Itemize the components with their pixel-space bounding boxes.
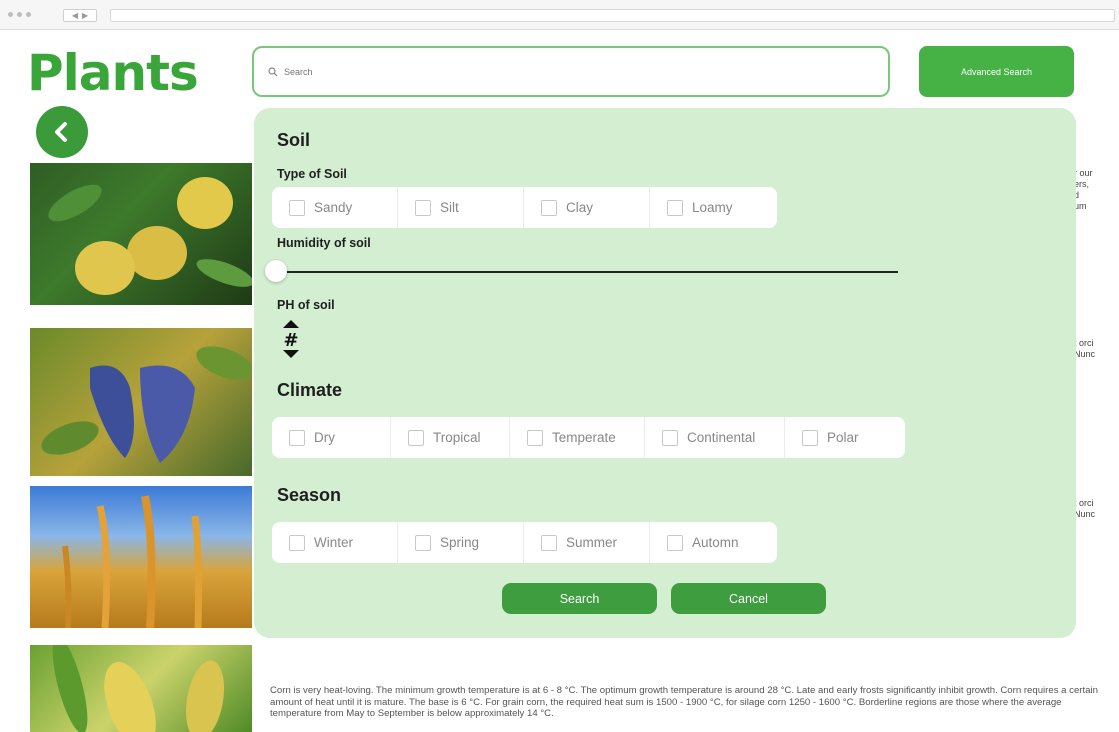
search-button[interactable]: Search <box>502 583 657 614</box>
search-icon <box>268 66 278 76</box>
checkbox[interactable] <box>408 429 424 446</box>
checkbox[interactable] <box>527 429 543 446</box>
checkbox[interactable] <box>289 199 305 216</box>
forward-arrow-icon[interactable]: ▶ <box>82 11 88 20</box>
checkbox[interactable] <box>802 429 818 446</box>
grapes-illustration <box>41 346 252 463</box>
season-option-summer[interactable]: Summer <box>524 522 650 563</box>
wheat-illustration <box>62 495 203 628</box>
close-dot-icon[interactable] <box>8 12 13 17</box>
wheat-image[interactable] <box>30 486 252 628</box>
back-button[interactable] <box>36 106 88 158</box>
checkbox[interactable] <box>541 199 557 216</box>
chevron-left-icon <box>55 122 67 142</box>
advanced-search-button[interactable]: Advanced Search <box>919 46 1074 97</box>
page-title: Plants <box>27 44 199 102</box>
checkbox[interactable] <box>667 199 683 216</box>
climate-option-dry[interactable]: Dry <box>272 417 391 458</box>
soil-option-silt[interactable]: Silt <box>398 187 524 228</box>
minimize-dot-icon[interactable] <box>17 12 22 17</box>
cancel-button[interactable]: Cancel <box>671 583 826 614</box>
season-section-title: Season <box>277 485 342 505</box>
humidity-slider-handle[interactable] <box>265 260 287 282</box>
soil-section-title: Soil <box>277 130 311 150</box>
advanced-search-panel: Soil Type of Soil Sandy Silt Clay Loamy … <box>254 108 1076 638</box>
corn-illustration <box>52 645 225 732</box>
list-item-snippet: t orci Nunc <box>1074 498 1096 519</box>
lemon-tree-image[interactable] <box>30 163 252 305</box>
checkbox[interactable] <box>415 199 431 216</box>
checkbox[interactable] <box>289 429 305 446</box>
season-option-automn[interactable]: Automn <box>650 522 777 563</box>
ph-stepper[interactable]: # <box>280 320 302 358</box>
corn-description: Corn is very heat-loving. The minimum gr… <box>270 685 1098 719</box>
humidity-slider-track[interactable] <box>280 271 898 273</box>
corn-image[interactable] <box>30 645 252 732</box>
humidity-label: Humidity of soil <box>277 236 371 250</box>
list-item-snippet: t orci Nunc <box>1074 338 1096 359</box>
history-nav[interactable]: ◀ ▶ <box>63 9 97 22</box>
climate-option-tropical[interactable]: Tropical <box>391 417 510 458</box>
window-controls[interactable] <box>8 12 31 17</box>
soil-type-group: Sandy Silt Clay Loamy <box>272 187 777 228</box>
season-option-spring[interactable]: Spring <box>398 522 524 563</box>
soil-option-sandy[interactable]: Sandy <box>272 187 398 228</box>
ph-stepper-icon: # <box>283 320 299 358</box>
checkbox[interactable] <box>415 534 431 551</box>
address-bar[interactable] <box>110 9 1115 22</box>
climate-option-polar[interactable]: Polar <box>785 417 905 458</box>
lemon-illustration <box>48 177 252 295</box>
checkbox[interactable] <box>289 534 305 551</box>
back-arrow-icon[interactable]: ◀ <box>72 11 78 20</box>
ph-value: # <box>283 330 298 351</box>
climate-option-temperate[interactable]: Temperate <box>510 417 645 458</box>
checkbox[interactable] <box>541 534 557 551</box>
list-item-snippet: r our ers, d um <box>1074 168 1093 211</box>
soil-option-clay[interactable]: Clay <box>524 187 650 228</box>
soil-option-loamy[interactable]: Loamy <box>650 187 777 228</box>
maximize-dot-icon[interactable] <box>26 12 31 17</box>
season-option-winter[interactable]: Winter <box>272 522 398 563</box>
climate-section-title: Climate <box>277 380 343 400</box>
checkbox[interactable] <box>667 534 683 551</box>
search-input[interactable] <box>284 66 844 77</box>
search-box[interactable] <box>252 46 890 97</box>
grapes-image[interactable] <box>30 328 252 476</box>
season-group: Winter Spring Summer Automn <box>272 522 777 563</box>
soil-type-label: Type of Soil <box>277 167 347 181</box>
climate-group: Dry Tropical Temperate Continental Polar <box>272 417 905 458</box>
climate-option-continental[interactable]: Continental <box>645 417 785 458</box>
ph-label: PH of soil <box>277 298 335 312</box>
browser-toolbar: ◀ ▶ <box>0 0 1119 30</box>
checkbox[interactable] <box>662 429 678 446</box>
